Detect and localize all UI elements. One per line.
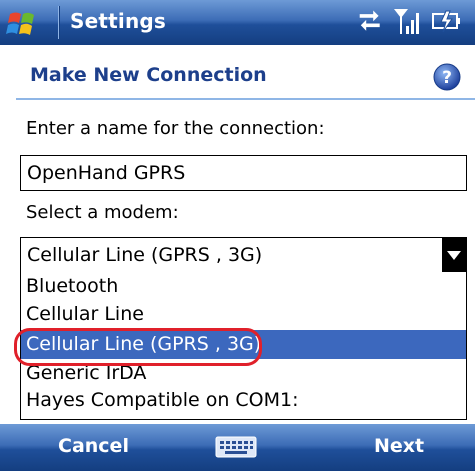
softkey-bar: Cancel Next — [0, 424, 475, 471]
modem-option-hayes-com1[interactable]: Hayes Compatible on COM1: — [21, 386, 466, 415]
data-sync-icon[interactable] — [357, 8, 383, 38]
modem-option-bluetooth[interactable]: Bluetooth — [21, 272, 466, 301]
modem-select-value: Cellular Line (GPRS , 3G) — [27, 244, 263, 266]
chevron-down-icon[interactable] — [442, 238, 466, 272]
title-separator — [58, 6, 59, 39]
connection-name-label: Enter a name for the connection: — [26, 118, 325, 139]
next-button[interactable]: Next — [374, 435, 424, 457]
modem-option-cellular-line[interactable]: Cellular Line — [21, 300, 466, 329]
help-icon[interactable]: ? — [433, 63, 461, 91]
title-bar: Settings — [0, 0, 475, 45]
modem-select[interactable]: Cellular Line (GPRS , 3G) — [20, 237, 467, 273]
cancel-button[interactable]: Cancel — [58, 435, 129, 457]
page-title: Make New Connection — [30, 64, 267, 86]
battery-icon[interactable] — [431, 7, 463, 39]
header-divider — [16, 98, 475, 100]
modem-label: Select a modem: — [26, 202, 179, 223]
signal-strength-icon[interactable] — [393, 6, 421, 40]
status-icons[interactable] — [357, 6, 463, 40]
windows-start-icon[interactable] — [4, 4, 54, 41]
svg-text:?: ? — [442, 68, 452, 88]
page-header: Make New Connection ? — [0, 45, 475, 101]
connection-name-input[interactable]: OpenHand GPRS — [20, 155, 467, 191]
highlight-ring — [14, 328, 262, 366]
app-title: Settings — [70, 9, 167, 33]
keyboard-icon[interactable] — [215, 436, 257, 458]
